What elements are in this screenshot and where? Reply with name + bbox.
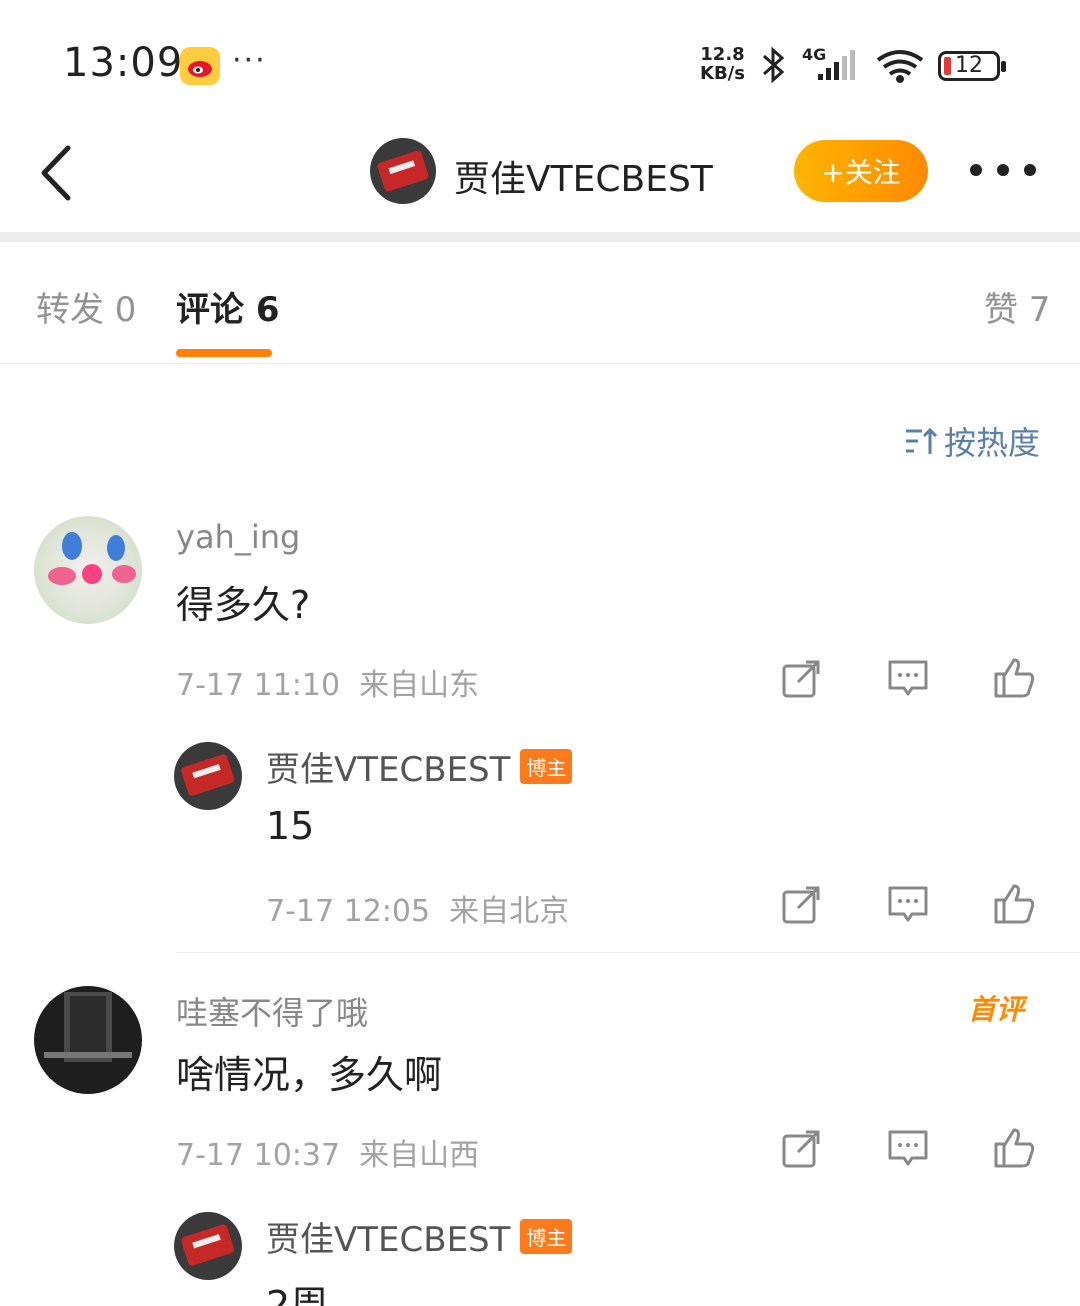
sort-icon: [906, 427, 938, 454]
reply-actions: [778, 880, 1040, 930]
section-divider: [0, 232, 1080, 242]
comment-username[interactable]: 哇塞不得了哦: [176, 988, 368, 1034]
like-icon[interactable]: [990, 654, 1038, 702]
comment-username[interactable]: yah_ing: [176, 518, 300, 556]
comment-time: 7-17 10:37: [176, 1138, 341, 1173]
active-tab-indicator: [176, 349, 272, 357]
bluetooth-icon: [763, 46, 785, 84]
reply-time: 7-17 12:05: [266, 894, 431, 929]
comment-actions: [778, 1124, 1040, 1174]
sort-by-hot-button[interactable]: 按热度: [904, 418, 1040, 464]
comment-divider: [176, 952, 1080, 953]
tab-bar: 转发 0 评论 6 赞 7: [0, 242, 1080, 364]
comment-location: 来自山西: [359, 1138, 480, 1173]
share-icon[interactable]: [778, 880, 826, 928]
comment-icon[interactable]: [884, 1124, 932, 1172]
network-speed: 12.8 KB/s: [700, 44, 745, 84]
tab-likes[interactable]: 赞 7: [984, 282, 1050, 331]
reply-username[interactable]: 贾佳VTECBEST 博主: [266, 742, 573, 791]
comment-icon[interactable]: [884, 654, 932, 702]
comment-icon[interactable]: [884, 880, 932, 928]
avatar[interactable]: [174, 1212, 242, 1280]
reply-text: 2周: [266, 1283, 329, 1306]
sort-label: 按热度: [944, 424, 1041, 462]
comment-time: 7-17 11:10: [176, 668, 341, 703]
reply-location: 来自北京: [449, 894, 570, 929]
back-button[interactable]: [30, 138, 90, 208]
more-dots-icon[interactable]: [970, 148, 1036, 192]
status-icons: 4G: [763, 45, 924, 84]
weibo-app-icon: [180, 47, 220, 85]
author-avatar[interactable]: [370, 138, 436, 204]
reply-username[interactable]: 贾佳VTECBEST 博主: [266, 1212, 573, 1261]
comment-actions: [778, 654, 1040, 704]
comment-meta: 7-17 11:10 来自山东: [176, 660, 479, 704]
comment-text: 得多久?: [176, 583, 311, 627]
comment-location: 来自山东: [359, 668, 480, 703]
reply-meta: 7-17 12:05 来自北京: [266, 886, 569, 930]
like-icon[interactable]: [990, 1124, 1038, 1172]
first-comment-badge: 首评: [968, 993, 1025, 1026]
blogger-badge: 博主: [520, 1219, 573, 1254]
share-icon[interactable]: [778, 654, 826, 702]
share-icon[interactable]: [778, 1124, 826, 1172]
overflow-dots: ···: [232, 43, 267, 78]
avatar[interactable]: [174, 742, 242, 810]
battery-indicator: 12: [938, 51, 1006, 81]
status-bar: 13:09 ··· 12.8 KB/s 4G 12: [0, 0, 1080, 120]
wifi-icon: [876, 50, 924, 83]
tab-reposts[interactable]: 转发 0: [36, 282, 136, 331]
chevron-left-icon: [41, 145, 71, 201]
author-name[interactable]: 贾佳VTECBEST: [454, 150, 713, 202]
comment-meta: 7-17 10:37 来自山西: [176, 1130, 479, 1174]
like-icon[interactable]: [990, 880, 1038, 928]
top-nav-bar: 贾佳VTECBEST +关注: [0, 120, 1080, 232]
reply-text: 15: [266, 804, 315, 848]
avatar[interactable]: [34, 986, 142, 1094]
blogger-badge: 博主: [520, 749, 573, 784]
clock: 13:09: [63, 40, 184, 86]
tab-comments[interactable]: 评论 6: [176, 282, 280, 331]
network-type: 4G: [802, 45, 826, 64]
avatar[interactable]: [34, 516, 142, 624]
comment-text: 啥情况，多久啊: [176, 1053, 443, 1097]
follow-button[interactable]: +关注: [794, 140, 928, 202]
